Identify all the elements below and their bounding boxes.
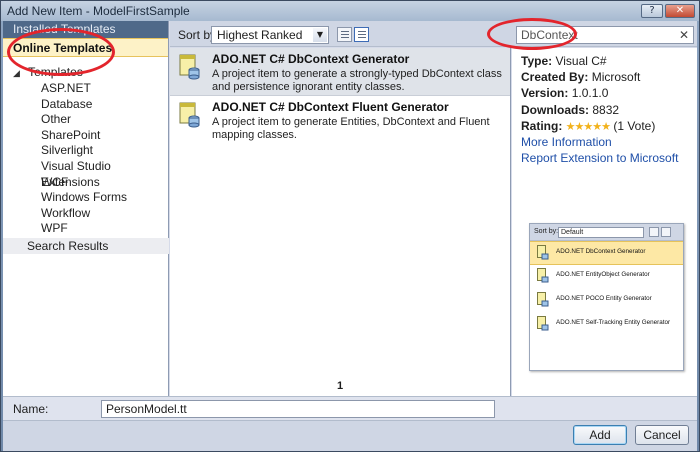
database-file-icon bbox=[179, 54, 200, 80]
tree-item-sharepoint[interactable]: SharePoint bbox=[3, 128, 168, 144]
template-item[interactable]: ADO.NET C# DbContext Fluent Generator A … bbox=[170, 96, 510, 144]
tree-item-templates-label: Templates bbox=[28, 65, 83, 79]
title-controls: ? ✕ bbox=[641, 4, 695, 18]
tree-item-aspnet[interactable]: ASP.NET bbox=[3, 81, 168, 97]
database-file-icon bbox=[537, 292, 549, 307]
preview-sort-value: Default bbox=[561, 229, 584, 236]
rating-stars-icon: ★★★★★ bbox=[565, 119, 611, 133]
tree-item-windows-forms[interactable]: Windows Forms bbox=[3, 190, 168, 206]
add-new-item-dialog: Add New Item - ModelFirstSample ? ✕ Inst… bbox=[0, 0, 700, 452]
preview-toolbar: Sort by: Default bbox=[530, 224, 683, 241]
template-item[interactable]: ADO.NET C# DbContext Generator A project… bbox=[170, 48, 510, 96]
template-title: ADO.NET C# DbContext Fluent Generator bbox=[212, 100, 449, 114]
expand-arrow-icon[interactable]: ◢ bbox=[13, 66, 25, 83]
cancel-button[interactable]: Cancel bbox=[635, 425, 689, 445]
more-information-link[interactable]: More Information bbox=[521, 135, 688, 151]
detail-type: Type: Visual C# bbox=[521, 54, 607, 68]
sort-by-select[interactable]: Highest Ranked ▼ bbox=[211, 26, 329, 44]
name-row: Name: PersonModel.tt bbox=[3, 396, 697, 420]
detail-version: Version: 1.0.1.0 bbox=[521, 86, 609, 101]
template-title: ADO.NET C# DbContext Generator bbox=[212, 52, 410, 66]
page-number[interactable]: 1 bbox=[170, 380, 510, 392]
search-input[interactable]: DbContext ✕ bbox=[516, 26, 694, 44]
preview-view-icon bbox=[661, 227, 671, 237]
database-file-icon bbox=[537, 268, 549, 283]
tree-item-database[interactable]: Database bbox=[3, 97, 168, 113]
button-row: Add Cancel bbox=[3, 420, 697, 451]
title-bar: Add New Item - ModelFirstSample ? ✕ bbox=[1, 1, 699, 21]
database-file-icon bbox=[179, 102, 200, 128]
template-description: A project item to generate a strongly-ty… bbox=[212, 68, 502, 93]
report-extension-link[interactable]: Report Extension to Microsoft bbox=[521, 151, 688, 167]
preview-image: Sort by: Default ADO.NET DbContext Gener… bbox=[529, 223, 684, 371]
details-panel: Type: Visual C# Created By: Microsoft Ve… bbox=[512, 48, 697, 396]
detail-downloads: Downloads: 8832 bbox=[521, 102, 620, 117]
database-file-icon bbox=[537, 245, 549, 260]
preview-list-item: ADO.NET DbContext Generator bbox=[530, 241, 683, 265]
add-button[interactable]: Add bbox=[573, 425, 627, 445]
tree-item-search-results[interactable]: Search Results bbox=[3, 237, 169, 254]
template-tree: Installed Templates Online Templates ◢ T… bbox=[3, 21, 169, 396]
name-input[interactable]: PersonModel.tt bbox=[101, 400, 495, 418]
template-list: ADO.NET C# DbContext Generator A project… bbox=[170, 48, 511, 396]
detail-created-by: Created By: Microsoft bbox=[521, 70, 641, 85]
tree-item-other[interactable]: Other bbox=[3, 112, 168, 128]
window-title: Add New Item - ModelFirstSample bbox=[7, 4, 190, 18]
preview-sort-label: Sort by: bbox=[534, 228, 559, 235]
installed-templates-header[interactable]: Installed Templates bbox=[3, 21, 168, 38]
close-button[interactable]: ✕ bbox=[665, 4, 695, 18]
preview-view-icon bbox=[649, 227, 659, 237]
preview-sort-select: Default bbox=[558, 227, 644, 238]
dialog-client: Installed Templates Online Templates ◢ T… bbox=[3, 21, 697, 451]
template-description: A project item to generate Entities, DbC… bbox=[212, 116, 490, 141]
sort-by-value: Highest Ranked bbox=[217, 28, 303, 42]
search-input-value: DbContext bbox=[521, 28, 578, 42]
tree-item-workflow[interactable]: Workflow bbox=[3, 206, 168, 222]
detail-rating: Rating: ★★★★★ (1 Vote) bbox=[521, 118, 656, 133]
clear-search-icon[interactable]: ✕ bbox=[679, 27, 689, 43]
tree-item-templates[interactable]: ◢ Templates bbox=[3, 64, 168, 81]
tree-item-vs-extensions[interactable]: Visual Studio Extensions bbox=[3, 159, 168, 189]
tree-item-silverlight[interactable]: Silverlight bbox=[3, 143, 168, 159]
preview-list-item: ADO.NET EntityObject Generator bbox=[530, 265, 683, 289]
preview-list-item: ADO.NET Self-Tracking Entity Generator bbox=[530, 313, 683, 337]
list-view-small-icon[interactable] bbox=[337, 27, 352, 42]
list-view-medium-icon[interactable] bbox=[354, 27, 369, 42]
name-label: Name: bbox=[13, 402, 49, 416]
chevron-down-icon[interactable]: ▼ bbox=[313, 28, 327, 42]
preview-list-item: ADO.NET POCO Entity Generator bbox=[530, 289, 683, 313]
tree-item-wpf[interactable]: WPF bbox=[3, 221, 168, 237]
help-button[interactable]: ? bbox=[641, 4, 663, 18]
list-toolbar: Sort by: Highest Ranked ▼ DbContext ✕ bbox=[170, 21, 697, 47]
online-templates-header[interactable]: Online Templates bbox=[3, 38, 168, 57]
database-file-icon bbox=[537, 316, 549, 331]
